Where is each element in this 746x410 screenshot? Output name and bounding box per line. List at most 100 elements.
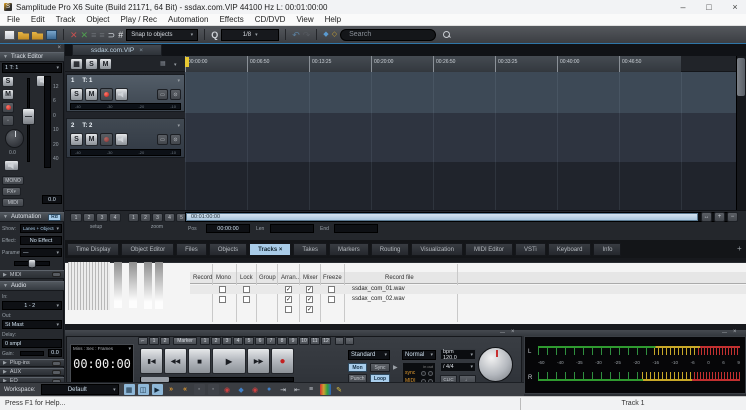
audio-in-select[interactable]: 1 - 2 ▾ [2, 301, 62, 310]
menu-item[interactable]: Effects [219, 15, 243, 24]
undo-icon[interactable]: ↶ [292, 30, 300, 40]
stop-button[interactable]: ■ [188, 348, 211, 374]
col-lock[interactable]: Lock [240, 275, 253, 281]
ruler-tick-label[interactable]: 00:13:25 [309, 56, 371, 72]
track-solo-button[interactable]: S [70, 133, 83, 146]
marker-number-button[interactable]: 9 [288, 337, 298, 345]
plugins-toggle[interactable] [52, 361, 61, 366]
track-selector[interactable]: 1 T: 1 ▾ [2, 63, 62, 73]
lock-checkbox[interactable] [243, 296, 250, 303]
range-button[interactable]: 1 [149, 337, 159, 345]
output-speaker-button[interactable] [4, 160, 19, 171]
hzoom-out-button[interactable]: − [727, 212, 738, 222]
marker-number-button[interactable]: 10 [299, 337, 309, 345]
record-file-name[interactable]: ssdax_com_02.wav [352, 296, 405, 302]
record-arm-button[interactable] [2, 102, 14, 113]
playhead-marker[interactable] [185, 57, 189, 67]
redo-icon[interactable]: ↷ [303, 30, 311, 40]
col-mono[interactable]: Mono [216, 275, 231, 281]
track-record-button[interactable] [100, 133, 113, 146]
track-record-button[interactable] [100, 88, 113, 101]
workspace-select[interactable]: Default ▾ [41, 384, 119, 395]
workspace-tool-icon[interactable]: ≡ [306, 384, 317, 395]
track-1-header[interactable]: 1 T: 1 ▾ S M ▭ ⊙ -40-30-20-10 [66, 74, 185, 112]
freeze-checkbox[interactable] [328, 286, 335, 293]
zoom-preset-button[interactable]: 3 [152, 213, 163, 222]
project-tab[interactable]: ssdax.com.VIP × [72, 44, 162, 56]
minimize-button[interactable]: – [672, 1, 694, 14]
sync-button[interactable]: Sync [370, 363, 390, 372]
chevron-down-icon[interactable]: ▾ [128, 346, 131, 352]
fx-button[interactable]: FX▾ [2, 187, 21, 196]
chevron-down-icon[interactable]: ▾ [177, 123, 180, 129]
automation-slider-thumb[interactable] [28, 259, 36, 268]
setup-preset-button[interactable]: 4 [109, 213, 121, 222]
plugins-section-header[interactable]: ▶ Plug-ins [0, 359, 64, 367]
object-mode-icon[interactable]: ◆ [323, 30, 328, 40]
grid-icon[interactable]: # [118, 30, 123, 40]
menu-item[interactable]: File [7, 15, 20, 24]
marker-number-button[interactable]: 5 [244, 337, 254, 345]
marker-number-button[interactable]: 1 [200, 337, 210, 345]
workspace-tool-icon[interactable]: ◉ [250, 384, 261, 395]
marker-extra-button[interactable]: · [335, 337, 344, 345]
menu-item[interactable]: Automation [168, 15, 208, 24]
transport-close[interactable]: × [511, 329, 515, 335]
fit-horizontal-button[interactable]: ↔ [701, 212, 712, 222]
docker-tab[interactable]: Markers [329, 243, 369, 256]
grid-value-select[interactable]: 1/8 ▾ [221, 29, 279, 41]
record-mode-select[interactable]: Normal ▾ [402, 350, 436, 360]
marker-number-button[interactable]: 8 [277, 337, 287, 345]
mon-button[interactable]: Mon [348, 363, 367, 372]
track-settings-button[interactable]: ⊙ [170, 134, 181, 145]
effect-value-box[interactable]: No Effect [20, 236, 62, 245]
range-button[interactable]: ⌐ [138, 337, 148, 345]
marker-button[interactable]: Marker [173, 337, 197, 345]
marker-number-button[interactable]: 11 [310, 337, 320, 345]
pan-knob[interactable] [5, 129, 24, 148]
solo-button[interactable]: S [2, 76, 14, 87]
track-name[interactable]: T: 2 [82, 123, 92, 129]
mute-button[interactable]: M [2, 89, 14, 100]
track-2-lane[interactable] [185, 113, 736, 162]
freeze-checkbox[interactable] [328, 296, 335, 303]
workspace-tool-icon[interactable]: ▅ [320, 384, 331, 395]
col-record[interactable]: Record [193, 275, 212, 281]
docker-tab[interactable]: Routing [371, 243, 410, 256]
mixer-checkbox[interactable]: ✓ [306, 286, 313, 293]
hzoom-in-button[interactable]: + [714, 212, 725, 222]
table-row[interactable] [190, 285, 746, 294]
zoom-preset-button[interactable]: 2 [140, 213, 151, 222]
meter-close[interactable]: × [733, 329, 737, 335]
workspace-tool-icon[interactable]: ● [264, 384, 275, 395]
ruler-tick-label[interactable]: 00:40:00 [557, 56, 619, 72]
track-solo-button[interactable]: S [70, 88, 83, 101]
zoom-preset-button[interactable]: 1 [128, 213, 139, 222]
track-editor-header[interactable]: ▼ Track Editor [0, 52, 64, 62]
col-freeze[interactable]: Freeze [323, 275, 342, 281]
save-icon[interactable] [46, 30, 57, 40]
show-select[interactable]: Lanes + Objects ▾ [20, 224, 62, 233]
layer-icon[interactable]: ▦ [160, 60, 166, 67]
workspace-tool-icon[interactable]: ⇤ [292, 384, 303, 395]
audio-out-select[interactable]: St Mast ▾ [2, 320, 62, 329]
mixer-checkbox[interactable]: ✓ [306, 296, 313, 303]
automation-section-header[interactable]: ▼ Automation Rd [0, 212, 64, 222]
ruler-tick-label[interactable]: 00:06:50 [247, 56, 309, 72]
midi-toggle[interactable] [52, 272, 61, 277]
workspace-tool-icon[interactable]: ▪ [208, 384, 219, 395]
ruler-tick-label[interactable]: 00:00:00 [185, 56, 247, 72]
record-file-name[interactable]: ssdax_com_01.wav [352, 286, 405, 292]
snap-mode-select[interactable]: Snap to objects ▾ [126, 29, 198, 41]
track-editor-close[interactable]: × [0, 44, 64, 52]
menu-item[interactable]: Object [86, 15, 109, 24]
skip-start-button[interactable]: ▮◀ [140, 348, 163, 374]
track-mute-button[interactable]: M [85, 133, 98, 146]
gain-slider[interactable] [20, 351, 44, 356]
docker-tab[interactable]: Keyboard [548, 243, 592, 256]
track-name[interactable]: T: 1 [82, 78, 92, 84]
play-mode-select[interactable]: Standard ▾ [348, 350, 390, 360]
track-1-lane[interactable] [185, 72, 736, 113]
import-folder-icon[interactable] [32, 30, 43, 40]
arrange-checkbox[interactable]: ✓ [285, 296, 292, 303]
